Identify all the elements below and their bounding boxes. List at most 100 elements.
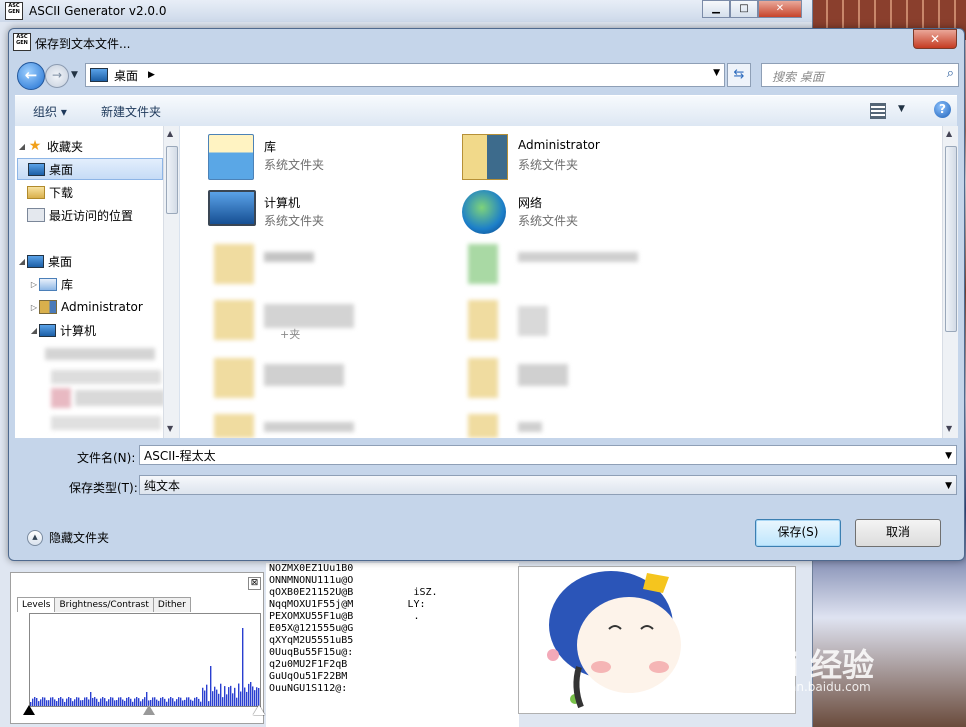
save-dialog: ASC GEN 保存到文本文件... ✕ ← → ▼ 桌面 ▶ ▼ ⇆ 搜索 桌…: [8, 28, 965, 561]
chevron-down-icon[interactable]: ▼: [945, 446, 952, 466]
scroll-up-icon[interactable]: ▲: [167, 129, 173, 138]
download-folder-icon: [27, 185, 45, 199]
ascii-line: E05X@121555u@G: [269, 623, 354, 634]
address-location[interactable]: 桌面: [114, 67, 138, 84]
file-name: 库: [264, 140, 277, 154]
minimize-button[interactable]: ▁: [702, 0, 730, 18]
file-list-scrollbar[interactable]: ▲ ▼: [942, 126, 958, 438]
file-item-library[interactable]: 库 系统文件夹: [208, 132, 448, 182]
dialog-body: ◢ ★ 收藏夹 桌面 下载 最近访问的位置 ◢ 桌面 ▷ 库 ▷ Adminis…: [15, 126, 958, 438]
hide-folders-button[interactable]: ▲ 隐藏文件夹: [27, 529, 109, 546]
tree-favorites[interactable]: ◢ ★ 收藏夹: [17, 136, 83, 156]
chevron-down-icon[interactable]: ▼: [945, 476, 952, 496]
watermark-sub: jingyan.baidu.com: [760, 680, 871, 694]
navigation-bar: ← → ▼ 桌面 ▶ ▼ ⇆ 搜索 桌面 ⌕: [15, 59, 959, 91]
tab-dither[interactable]: Dither: [152, 597, 191, 612]
collapse-arrow-icon[interactable]: ◢: [29, 326, 39, 335]
ascii-line: qOXB0E21152U@B iSZ.: [269, 587, 438, 598]
redacted-folder-icon: [468, 244, 498, 284]
redacted-item: [51, 388, 71, 408]
back-button[interactable]: ←: [17, 62, 45, 90]
file-desc: 系统文件夹: [264, 158, 325, 172]
expand-arrow-icon[interactable]: ▷: [29, 303, 39, 312]
search-icon[interactable]: ⌕: [947, 66, 954, 81]
user-folder-icon: [462, 134, 508, 180]
white-point-handle[interactable]: [253, 705, 265, 715]
help-icon[interactable]: ?: [934, 101, 951, 118]
address-dropdown-icon[interactable]: ▼: [713, 68, 720, 78]
tree-computer[interactable]: ◢ 计算机: [29, 320, 96, 340]
filetype-value: 纯文本: [144, 479, 181, 493]
desktop-icon: [28, 162, 45, 176]
tree-desktop[interactable]: ◢ 桌面: [17, 251, 72, 271]
ascii-output[interactable]: NOZMX0EZ1Uu1B0 ONNMNONU111u@O qOXB0E21152U…: [266, 563, 519, 727]
file-item-network[interactable]: 网络 系统文件夹: [462, 188, 702, 238]
level-handles: [23, 703, 265, 717]
expand-arrow-icon[interactable]: ▷: [29, 280, 39, 289]
ascii-line: GuUqOu51F22BM: [269, 671, 348, 682]
redacted-item: [518, 422, 542, 432]
tree-recent[interactable]: 最近访问的位置: [17, 205, 133, 225]
nav-pane-scrollbar[interactable]: ▲ ▼: [163, 126, 179, 438]
refresh-button[interactable]: ⇆: [727, 63, 751, 87]
breadcrumb-chevron-icon[interactable]: ▶: [148, 70, 155, 80]
recent-pages-dropdown[interactable]: ▼: [71, 70, 78, 80]
redacted-item: [264, 422, 354, 432]
filetype-row: 保存类型(T): 纯文本 ▼: [15, 475, 957, 499]
search-input[interactable]: 搜索 桌面 ⌕: [761, 63, 959, 87]
app-close-button[interactable]: ✕: [758, 0, 802, 18]
histogram-bar: [242, 628, 244, 706]
view-dropdown-icon[interactable]: ▼: [898, 104, 905, 114]
file-name: Administrator: [518, 138, 600, 152]
star-icon: ★: [28, 138, 42, 154]
tree-downloads[interactable]: 下载: [17, 182, 73, 202]
filetype-select[interactable]: 纯文本 ▼: [139, 475, 957, 495]
tree-library[interactable]: ▷ 库: [29, 274, 73, 294]
collapse-arrow-icon[interactable]: ◢: [17, 257, 27, 266]
black-point-handle[interactable]: [23, 705, 35, 715]
dialog-close-button[interactable]: ✕: [913, 29, 957, 49]
view-options-icon[interactable]: [870, 103, 886, 119]
tab-levels[interactable]: Levels: [17, 597, 56, 612]
redacted-item: [518, 364, 568, 386]
organize-button[interactable]: 组织 ▾: [33, 103, 67, 120]
filename-row: 文件名(N): ASCII-程太太 ▼: [15, 445, 957, 469]
recent-places-icon: [27, 208, 45, 222]
file-item-computer[interactable]: 计算机 系统文件夹: [208, 188, 448, 238]
file-desc: 系统文件夹: [264, 214, 325, 228]
scrollbar-thumb[interactable]: [166, 146, 178, 214]
redacted-folder-icon: [214, 244, 254, 284]
tab-brightness-contrast[interactable]: Brightness/Contrast: [54, 597, 154, 612]
tree-desktop-favorite[interactable]: 桌面: [17, 158, 163, 180]
collapse-arrow-icon[interactable]: ◢: [17, 142, 27, 151]
levels-close-button[interactable]: ⊠: [248, 577, 261, 590]
tree-label: 库: [61, 277, 74, 292]
tree-administrator[interactable]: ▷ Administrator: [29, 297, 143, 317]
scrollbar-thumb[interactable]: [945, 146, 957, 332]
redacted-folder-icon: [214, 300, 254, 340]
filename-value: ASCII-程太太: [144, 449, 216, 463]
desktop-icon: [90, 68, 108, 82]
cancel-button[interactable]: 取消: [855, 519, 941, 547]
scroll-down-icon[interactable]: ▼: [167, 424, 173, 433]
file-list: 库 系统文件夹 Administrator 系统文件夹 计算机 系统文件夹 网络…: [180, 126, 940, 438]
new-folder-button[interactable]: 新建文件夹: [101, 103, 161, 120]
scroll-up-icon[interactable]: ▲: [946, 129, 952, 138]
filename-input[interactable]: ASCII-程太太 ▼: [139, 445, 957, 465]
app-window-controls: ▁ □ ✕: [702, 0, 802, 18]
redacted-item: [518, 252, 638, 262]
address-bar[interactable]: 桌面 ▶ ▼: [85, 63, 725, 87]
file-name: 网络: [518, 196, 543, 210]
scroll-down-icon[interactable]: ▼: [946, 424, 952, 433]
library-icon: [208, 134, 254, 180]
maximize-button[interactable]: □: [730, 0, 758, 18]
redacted-item: [51, 370, 161, 384]
computer-icon: [208, 190, 256, 226]
ascii-line: qXYqM2U5551uB5: [269, 635, 354, 646]
save-button[interactable]: 保存(S): [755, 519, 841, 547]
file-item-administrator[interactable]: Administrator 系统文件夹: [462, 132, 702, 182]
midpoint-handle[interactable]: [143, 705, 155, 715]
histogram-bar: [210, 666, 212, 706]
redacted-item: [264, 252, 314, 262]
forward-button[interactable]: →: [45, 64, 69, 88]
